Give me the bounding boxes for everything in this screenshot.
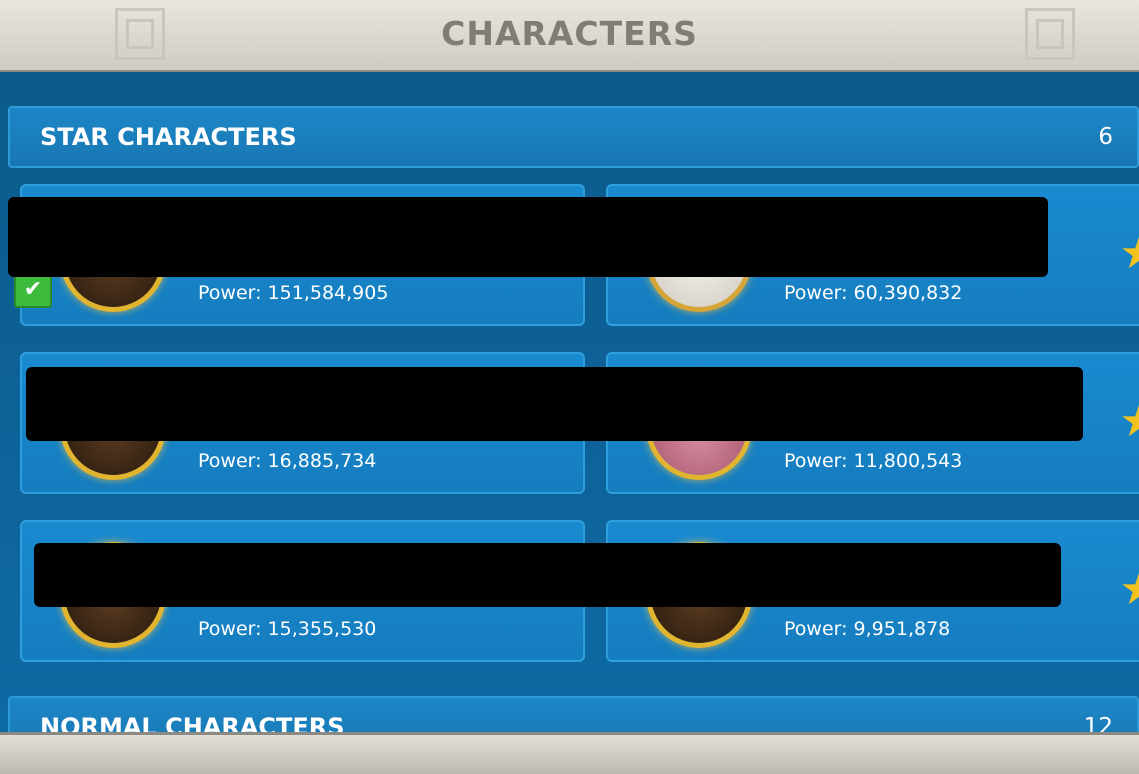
redaction-bar	[8, 197, 1048, 277]
star-icon: ★	[1120, 228, 1139, 279]
star-icon: ★	[1120, 564, 1139, 615]
selected-check-icon: ✔	[14, 274, 52, 308]
star-icon: ★	[1120, 396, 1139, 447]
bottom-frame	[0, 732, 1139, 774]
star-characters-header[interactable]: STAR CHARACTERS 6	[8, 106, 1139, 168]
title-bar: CHARACTERS	[0, 0, 1139, 74]
section-count: 6	[1098, 124, 1113, 150]
character-power: Power: 11,800,543	[784, 450, 963, 472]
section-title: STAR CHARACTERS	[40, 123, 297, 151]
character-power: Power: 60,390,832	[784, 282, 963, 304]
redaction-bar	[34, 543, 1061, 607]
character-power: Power: 151,584,905	[198, 282, 389, 304]
character-power: Power: 16,885,734	[198, 450, 377, 472]
character-power: Power: 15,355,530	[198, 618, 377, 640]
window-title: CHARACTERS	[441, 14, 698, 53]
character-power: Power: 9,951,878	[784, 618, 951, 640]
title-ornament-right-icon	[1025, 8, 1075, 60]
redaction-bar	[26, 367, 1083, 441]
